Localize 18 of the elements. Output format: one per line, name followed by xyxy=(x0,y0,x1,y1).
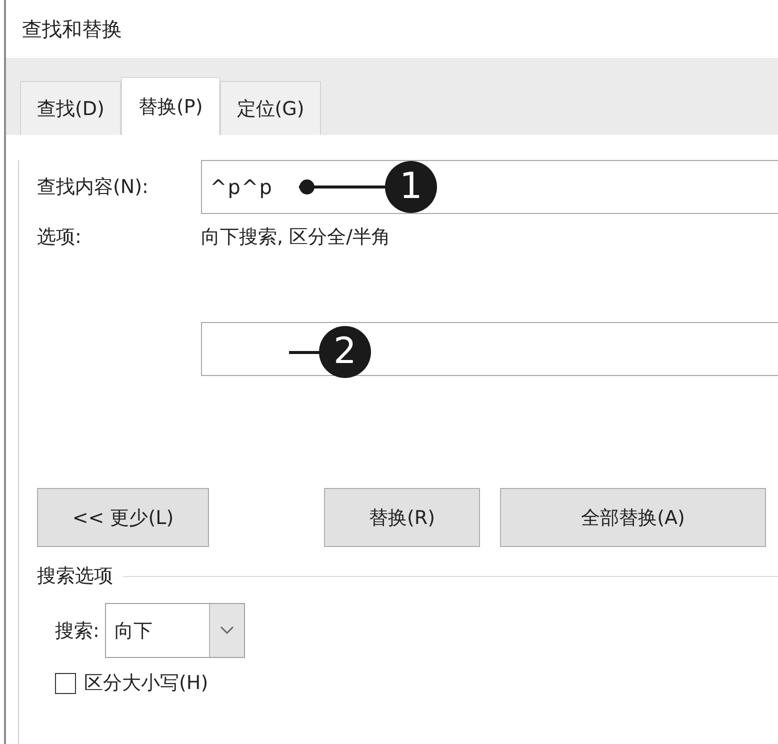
leader-line xyxy=(289,350,320,354)
checkbox[interactable] xyxy=(55,672,76,694)
search-label: 搜索: xyxy=(55,618,100,644)
replace-field[interactable] xyxy=(201,322,778,376)
replace-button[interactable]: 替换(R) xyxy=(324,488,480,547)
options-value: 向下搜索, 区分全/半角 xyxy=(201,225,390,250)
field-label: 查找内容(N): xyxy=(37,175,150,200)
tab[interactable]: 替换(P) xyxy=(121,77,220,135)
less-button[interactable]: << 更少(L) xyxy=(37,488,209,547)
chevron-down-icon xyxy=(220,626,234,635)
section-title: 搜索选项 xyxy=(37,564,113,589)
replace-all-button[interactable]: 全部替换(A) xyxy=(500,488,766,547)
window-title: 查找和替换 xyxy=(21,16,123,42)
direction-dropdown[interactable]: 向下 xyxy=(105,603,246,658)
checkbox-label: 区分大小写(H) xyxy=(84,671,208,696)
tab[interactable]: 查找(D) xyxy=(20,81,122,135)
tab[interactable]: 定位(G) xyxy=(220,81,322,135)
options-label: 选项: xyxy=(37,225,82,250)
